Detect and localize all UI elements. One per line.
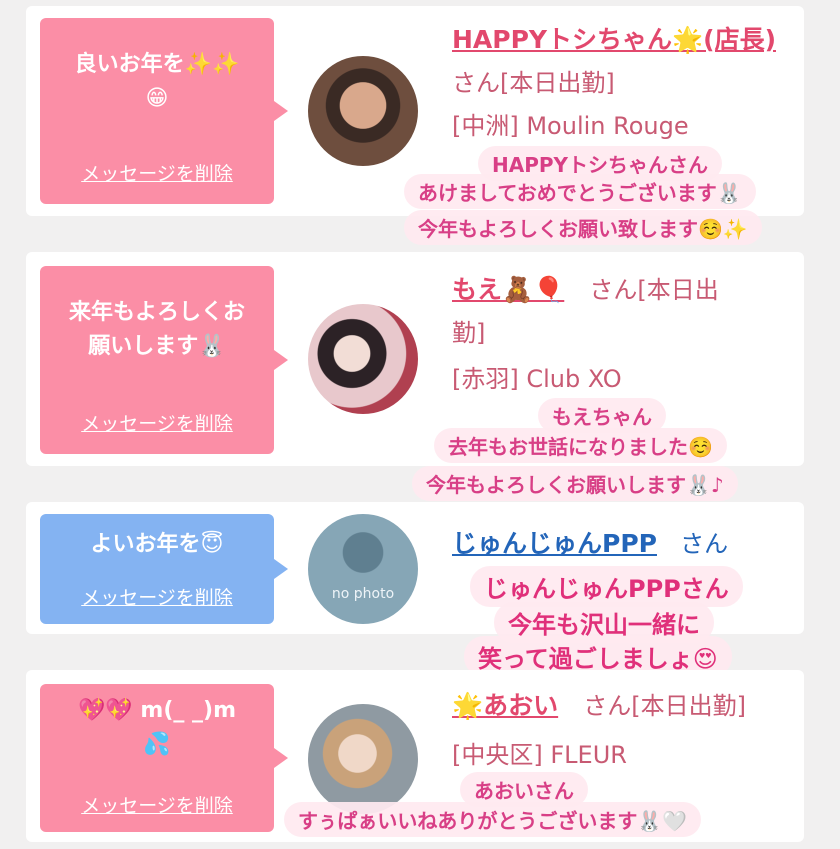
message-text: 良いお年を✨✨ 😁 [74,52,240,111]
shop-name: [赤羽] Club XO [452,365,622,393]
avatar[interactable] [308,304,418,414]
caption-line: 今年もよろしくお願い致します☺️✨ [404,210,762,245]
cast-status: さん[本日出勤] [583,692,746,720]
shop-name: [中央区] FLEUR [452,741,627,769]
message-text: よいお年を😇 [90,532,224,557]
message-bubble: 来年もよろしくお 願いします🐰 メッセージを削除 [40,266,288,454]
caption-line: 今年もよろしくお願いします🐰♪ [412,466,738,501]
delete-message-link[interactable]: メッセージを削除 [40,791,274,818]
delete-message-link[interactable]: メッセージを削除 [40,159,274,186]
cast-name-link[interactable]: もえ🧸🎈 [452,275,564,304]
message-text: 💖💖 m(_ _)m 💦 [77,698,237,757]
cast-status: さん[本日出勤] [452,69,615,97]
avatar[interactable] [308,56,418,166]
cast-status: さん[本日出 [589,276,719,304]
caption-line: あけましておめでとうございます🐰 [404,174,756,209]
no-photo-label: no photo [331,586,395,602]
delete-message-link[interactable]: メッセージを削除 [40,583,274,610]
cast-name-link[interactable]: HAPPYトシちゃん🌟(店長) [452,25,776,54]
delete-message-link[interactable]: メッセージを削除 [40,409,274,436]
message-bubble: 💖💖 m(_ _)m 💦 メッセージを削除 [40,684,288,832]
caption-line: じゅんじゅんPPPさん [470,566,743,607]
message-bubble: よいお年を😇 メッセージを削除 [40,514,288,624]
cast-info: もえ🧸🎈 さん[本日出 勤] [赤羽] Club XO [452,270,792,399]
shop-name: [中洲] Moulin Rouge [452,112,689,140]
cast-name-link[interactable]: 🌟あおい [452,691,558,720]
cast-info: 🌟あおい さん[本日出勤] [中央区] FLEUR [452,686,792,775]
message-text: 来年もよろしくお 願いします🐰 [68,300,245,359]
cast-status: さん [680,530,729,558]
cast-status-cont: 勤] [452,319,486,347]
caption-line: すぅぱぁいいねありがとうございます🐰🤍 [284,802,702,837]
message-bubble: 良いお年を✨✨ 😁 メッセージを削除 [40,18,288,204]
caption-line: 去年もお世話になりました☺️ [434,428,727,463]
cast-info: HAPPYトシちゃん🌟(店長) さん[本日出勤] [中洲] Moulin Rou… [452,20,792,146]
cast-info: じゅんじゅんPPP さん [452,524,792,567]
avatar[interactable] [308,704,418,814]
cast-name-link[interactable]: じゅんじゅんPPP [452,529,657,558]
avatar-placeholder[interactable]: no photo [308,514,418,624]
